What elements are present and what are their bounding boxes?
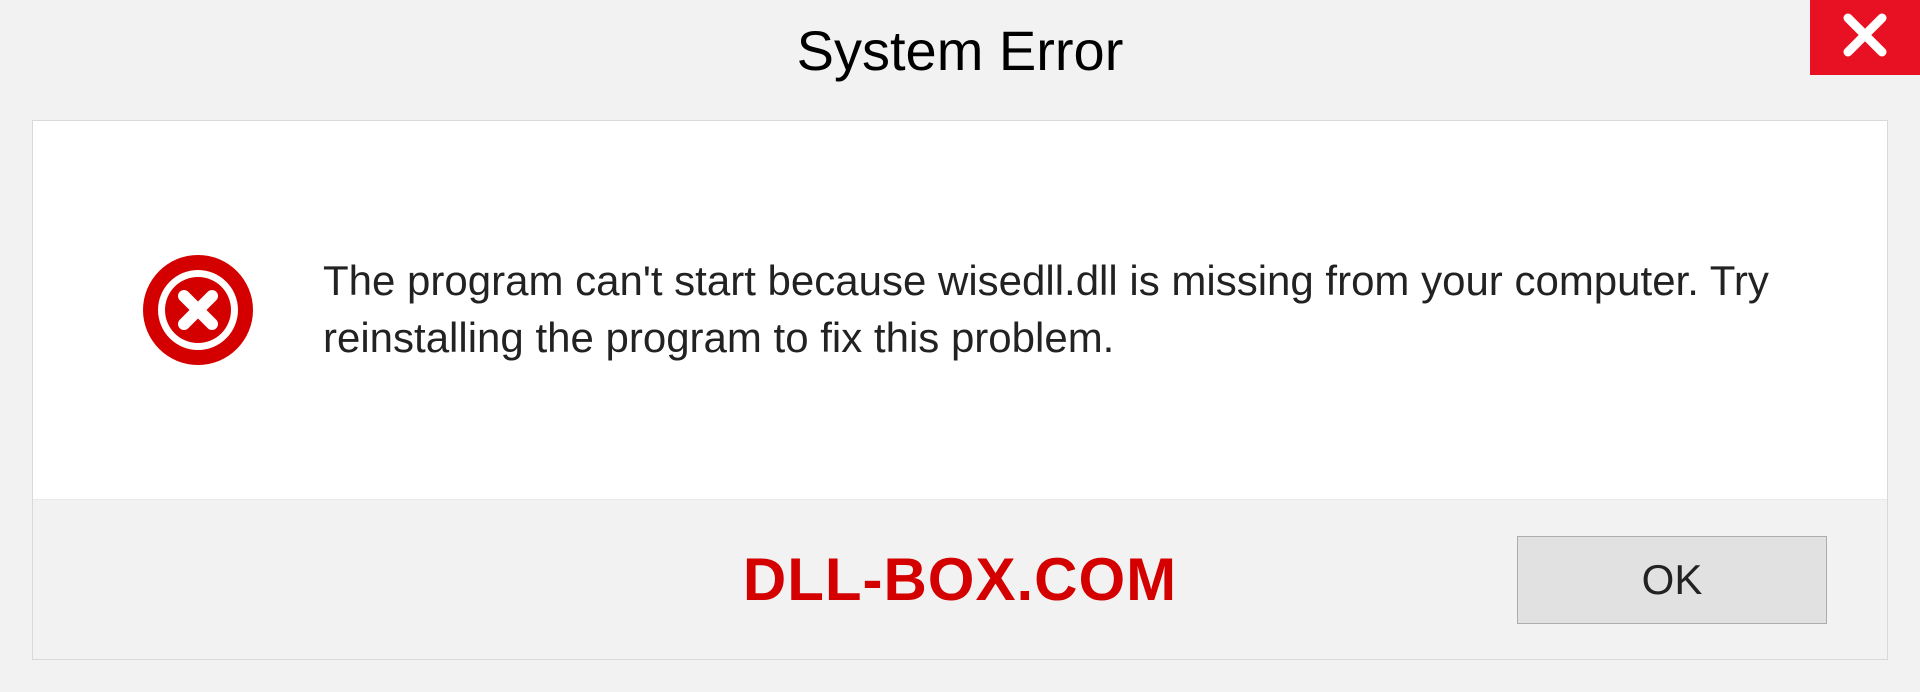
dialog-footer: DLL-BOX.COM OK bbox=[33, 499, 1887, 659]
ok-button[interactable]: OK bbox=[1517, 536, 1827, 624]
close-button[interactable] bbox=[1810, 0, 1920, 75]
close-icon bbox=[1842, 12, 1888, 63]
error-message: The program can't start because wisedll.… bbox=[323, 253, 1797, 366]
error-icon bbox=[143, 255, 253, 365]
message-area: The program can't start because wisedll.… bbox=[33, 121, 1887, 499]
dialog-content: The program can't start because wisedll.… bbox=[32, 120, 1888, 660]
titlebar: System Error bbox=[0, 0, 1920, 100]
branding-text: DLL-BOX.COM bbox=[743, 545, 1177, 614]
window-title: System Error bbox=[797, 18, 1124, 83]
